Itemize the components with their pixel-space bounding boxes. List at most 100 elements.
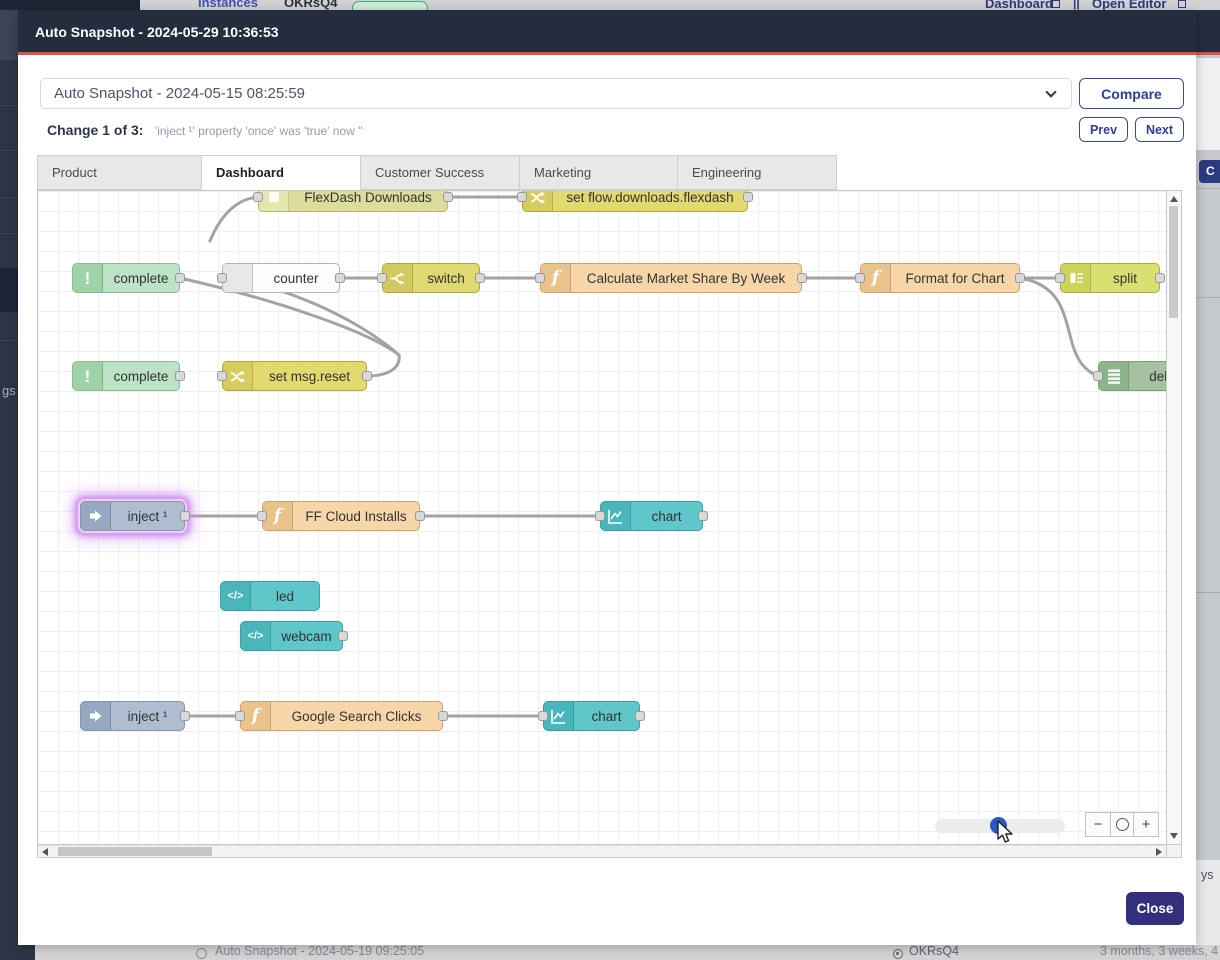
port-in[interactable] <box>257 511 267 521</box>
port-in[interactable] <box>517 192 527 202</box>
port-out[interactable] <box>443 192 453 202</box>
tab-dashboard[interactable]: Dashboard <box>201 155 361 190</box>
port-in[interactable] <box>535 273 545 283</box>
dashboard-link[interactable]: Dashboard <box>985 0 1053 10</box>
port-in[interactable] <box>595 511 605 521</box>
compare-button[interactable]: Compare <box>1079 78 1184 109</box>
node-label: webcam <box>271 629 342 644</box>
node-counter[interactable]: counter <box>222 263 340 293</box>
port-out[interactable] <box>362 371 372 381</box>
port-out[interactable] <box>1015 273 1025 283</box>
port-out[interactable] <box>175 273 185 283</box>
port-out[interactable] <box>415 511 425 521</box>
tab-product[interactable]: Product <box>37 155 202 190</box>
port-out[interactable] <box>797 273 807 283</box>
scroll-left-arrow-icon[interactable] <box>42 848 48 856</box>
node-led[interactable]: </>led <box>220 581 320 611</box>
node-complete-1[interactable]: !complete <box>72 263 180 293</box>
zoom-controls: − + <box>1085 812 1159 837</box>
vertical-scrollbar[interactable] <box>1167 190 1182 845</box>
top-nav-dark-block <box>0 0 140 10</box>
breadcrumb-instance-name: OKRsQ4 <box>284 0 337 10</box>
flow-canvas[interactable]: FlexDash Downloads set flow.downloads.fle… <box>37 190 1167 845</box>
zoom-slider[interactable] <box>935 819 1065 833</box>
port-in[interactable] <box>217 371 227 381</box>
node-calculate-market-share-by-week[interactable]: fCalculate Market Share By Week <box>540 263 802 293</box>
horizontal-scrollbar-thumb[interactable] <box>58 847 212 856</box>
port-in[interactable] <box>235 711 245 721</box>
node-webcam[interactable]: </>webcam <box>240 621 343 651</box>
port-out[interactable] <box>1155 273 1165 283</box>
node-debug[interactable]: debug <box>1098 361 1167 391</box>
background-text-fragment: ys <box>1201 868 1214 882</box>
background-row-divider <box>1196 592 1220 593</box>
node-inject-2[interactable]: inject ¹ <box>80 701 185 731</box>
node-google-search-clicks[interactable]: fGoogle Search Clicks <box>240 701 443 731</box>
node-label: set msg.reset <box>253 369 366 384</box>
node-complete-2[interactable]: !complete <box>72 361 180 391</box>
node-label: Google Search Clicks <box>271 709 442 724</box>
vertical-scrollbar-thumb[interactable] <box>1169 206 1178 318</box>
zoom-slider-handle[interactable] <box>990 817 1007 834</box>
node-format-for-chart[interactable]: fFormat for Chart <box>860 263 1020 293</box>
port-out[interactable] <box>475 273 485 283</box>
node-inject-1[interactable]: inject ¹ <box>80 501 185 531</box>
inject-icon <box>81 702 111 730</box>
next-button[interactable]: Next <box>1135 117 1184 142</box>
port-in[interactable] <box>855 273 865 283</box>
node-ff-cloud-installs[interactable]: fFF Cloud Installs <box>262 501 420 531</box>
zoom-reset-button[interactable] <box>1110 813 1134 836</box>
port-in[interactable] <box>217 273 227 283</box>
node-set-msg-reset[interactable]: set msg.reset <box>222 361 367 391</box>
node-switch[interactable]: switch <box>382 263 480 293</box>
background-compare-button-fragment[interactable]: C <box>1199 160 1220 183</box>
node-chart-2[interactable]: chart <box>543 701 640 731</box>
prev-button[interactable]: Prev <box>1079 117 1128 142</box>
port-out[interactable] <box>180 511 190 521</box>
port-in[interactable] <box>1093 371 1103 381</box>
port-out[interactable] <box>338 631 348 641</box>
external-link-icon <box>1052 0 1060 8</box>
node-label: Calculate Market Share By Week <box>571 271 801 286</box>
zoom-in-button[interactable]: + <box>1134 813 1158 836</box>
node-set-flow-downloads-flexdash[interactable]: set flow.downloads.flexdash <box>522 190 748 212</box>
node-flexdash-downloads[interactable]: FlexDash Downloads <box>258 190 448 212</box>
port-out[interactable] <box>635 711 645 721</box>
breadcrumb-instances-link[interactable]: Instances <box>198 0 258 10</box>
node-split[interactable]: split <box>1060 263 1160 293</box>
scroll-up-arrow-icon[interactable] <box>1170 196 1178 202</box>
snapshot-select[interactable]: Auto Snapshot - 2024-05-15 08:25:59 <box>40 78 1072 109</box>
link-separator: || <box>1073 0 1080 10</box>
port-in[interactable] <box>1055 273 1065 283</box>
node-chart-1[interactable]: chart <box>600 501 703 531</box>
node-label: led <box>251 589 319 604</box>
port-out[interactable] <box>438 711 448 721</box>
horizontal-scrollbar[interactable] <box>37 845 1167 858</box>
sidebar-item-label[interactable]: gs <box>2 383 16 398</box>
port-in[interactable] <box>538 711 548 721</box>
exclamation-icon: ! <box>73 362 103 390</box>
background-row-divider <box>1196 297 1220 298</box>
open-editor-link[interactable]: Open Editor <box>1092 0 1166 10</box>
port-in[interactable] <box>253 192 263 202</box>
zoom-out-button[interactable]: − <box>1086 813 1110 836</box>
port-in[interactable] <box>377 273 387 283</box>
port-out[interactable] <box>175 371 185 381</box>
port-out[interactable] <box>180 711 190 721</box>
scroll-down-arrow-icon[interactable] <box>1170 833 1178 839</box>
tab-engineering[interactable]: Engineering <box>677 155 837 190</box>
tab-marketing[interactable]: Marketing <box>519 155 678 190</box>
port-out[interactable] <box>698 511 708 521</box>
close-button[interactable]: Close <box>1126 892 1184 925</box>
external-link-icon <box>1178 0 1186 8</box>
change-summary: Change 1 of 3: 'inject ¹' property 'once… <box>47 122 363 140</box>
node-label: counter <box>253 271 339 286</box>
tab-customer-success[interactable]: Customer Success <box>360 155 520 190</box>
function-icon: f <box>263 502 293 530</box>
scroll-right-arrow-icon[interactable] <box>1156 848 1162 856</box>
flow-nodes: FlexDash Downloads set flow.downloads.fle… <box>38 191 1166 844</box>
port-out[interactable] <box>335 273 345 283</box>
snapshot-select-value: Auto Snapshot - 2024-05-15 08:25:59 <box>41 79 1071 108</box>
node-label: debug <box>1129 369 1167 384</box>
port-out[interactable] <box>743 192 753 202</box>
